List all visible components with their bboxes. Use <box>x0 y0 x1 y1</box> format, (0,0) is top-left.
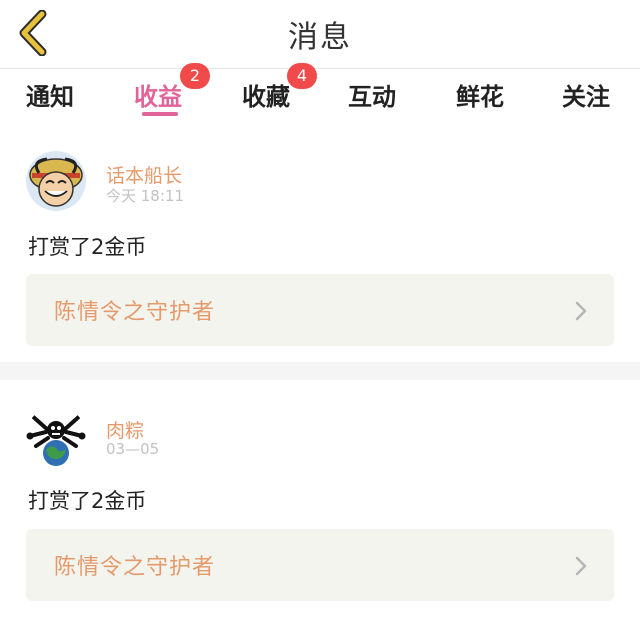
username[interactable]: 话本船长 <box>106 161 182 188</box>
book-link[interactable]: 陈情令之守护者 <box>26 529 614 601</box>
username[interactable]: 肉粽 <box>106 416 144 443</box>
tab-interact[interactable]: 互动 <box>348 77 396 112</box>
earnings-badge: 2 <box>180 63 210 89</box>
tab-label: 收藏 <box>242 83 290 111</box>
tab-flowers[interactable]: 鲜花 <box>456 77 504 112</box>
chevron-right-icon <box>575 301 587 321</box>
message-item: 肉粽 03—05 打赏了2金币 陈情令之守护者 <box>0 380 640 620</box>
tab-label: 通知 <box>26 83 74 111</box>
chevron-right-icon <box>575 556 587 576</box>
tab-follow[interactable]: 关注 <box>562 77 610 112</box>
tab-earnings[interactable]: 收益 <box>134 77 182 112</box>
book-title: 陈情令之守护者 <box>54 300 216 325</box>
timestamp: 今天 18:11 <box>106 187 184 205</box>
top-bar: 消息 <box>0 0 640 68</box>
active-tab-indicator <box>142 112 178 116</box>
avatar-image <box>26 406 86 466</box>
message-text: 打赏了2金币 <box>28 235 147 259</box>
tab-label: 互动 <box>348 83 396 111</box>
timestamp: 03—05 <box>106 440 160 458</box>
tab-label: 关注 <box>562 83 610 111</box>
skull-globe-avatar-icon[interactable] <box>26 406 86 466</box>
tab-notify[interactable]: 通知 <box>26 77 74 112</box>
page-title: 消息 <box>288 20 352 55</box>
tab-bar: 通知 收益 2 收藏 4 互动 鲜花 关注 <box>0 63 640 121</box>
book-title: 陈情令之守护者 <box>54 555 216 580</box>
section-separator <box>0 362 640 380</box>
tab-favorites[interactable]: 收藏 <box>242 77 290 112</box>
tab-label: 收益 <box>134 83 182 111</box>
book-link[interactable]: 陈情令之守护者 <box>26 274 614 346</box>
favorites-badge: 4 <box>287 63 317 89</box>
luffy-avatar-icon[interactable] <box>26 151 86 211</box>
avatar-image <box>26 151 86 211</box>
message-text: 打赏了2金币 <box>28 489 147 513</box>
message-item: 话本船长 今天 18:11 打赏了2金币 陈情令之守护者 <box>0 121 640 362</box>
tab-label: 鲜花 <box>456 83 504 111</box>
